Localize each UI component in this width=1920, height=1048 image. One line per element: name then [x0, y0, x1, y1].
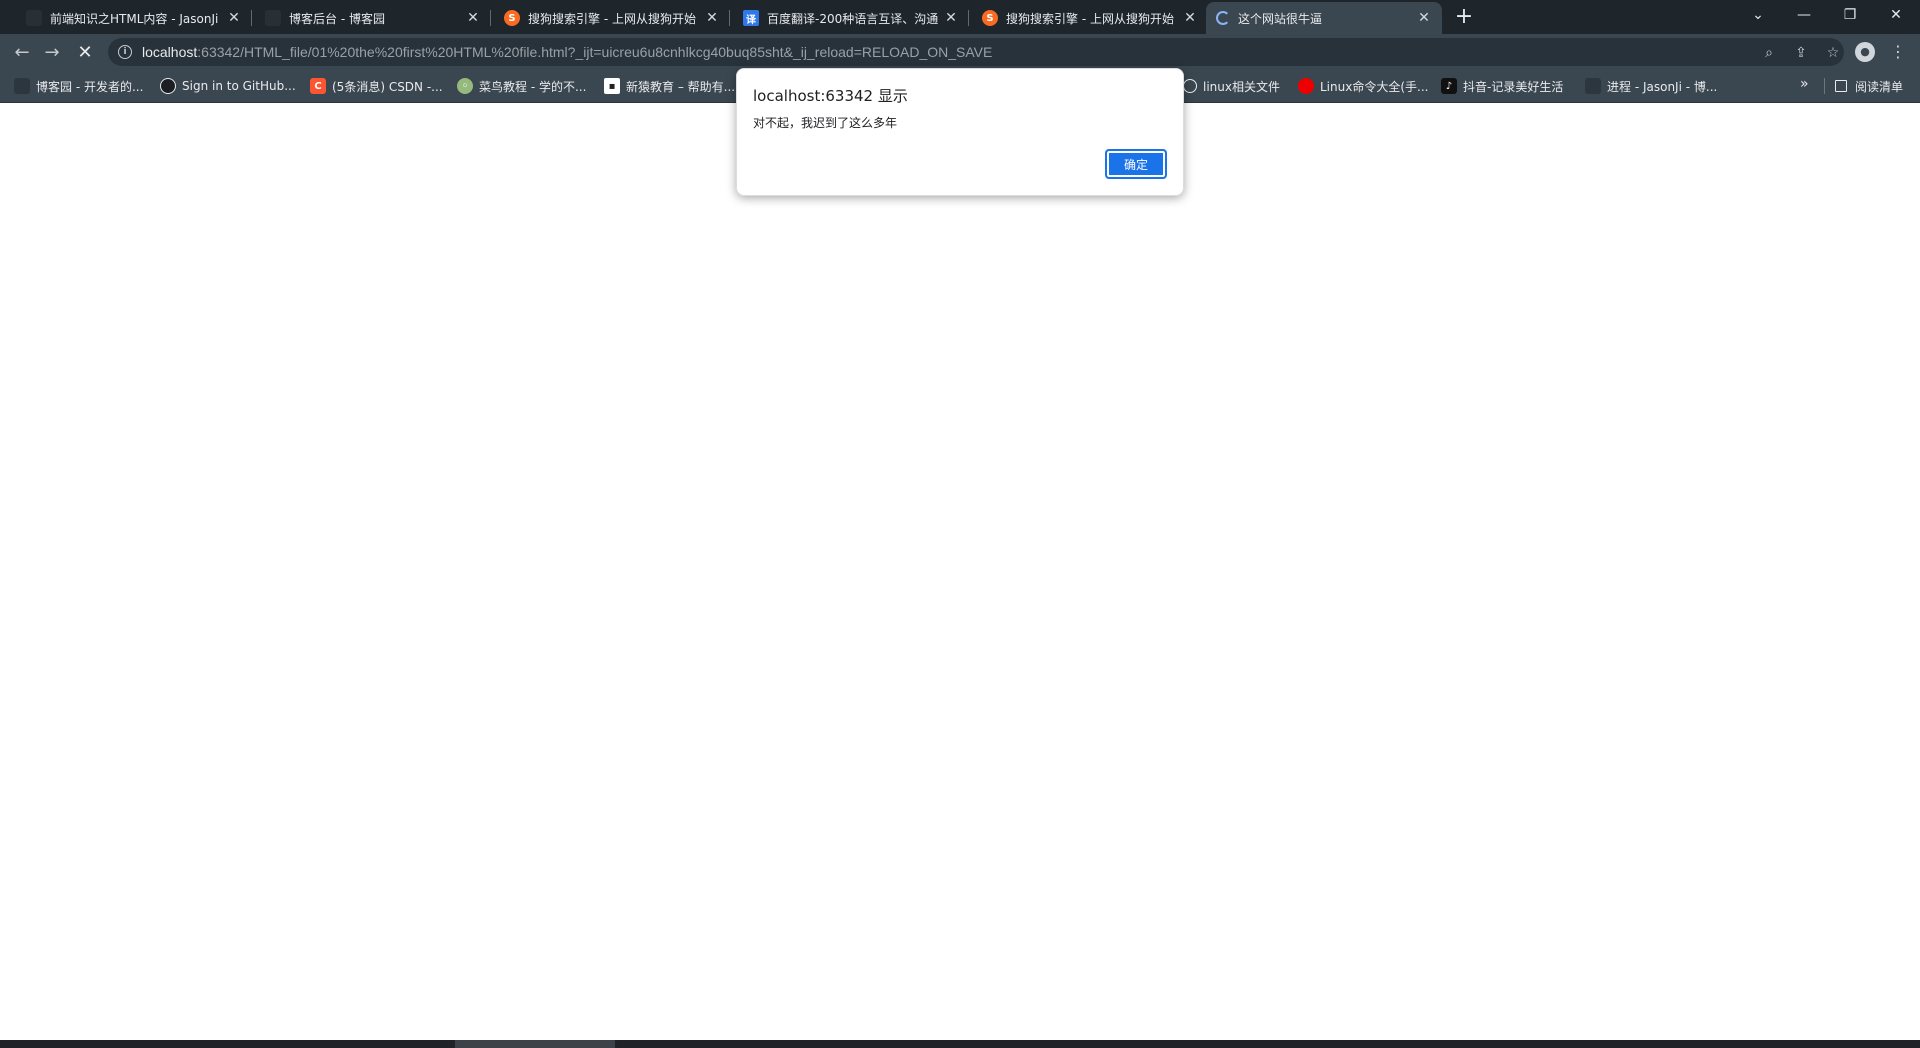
forward-arrow-icon[interactable]: →	[40, 40, 64, 64]
bookmark-linux-commands[interactable]: Linux命令大全(手...	[1298, 76, 1428, 96]
tab-strip: 前端知识之HTML内容 - JasonJi ✕ 博客后台 - 博客园 ✕ S 搜…	[0, 0, 1920, 34]
bookmark-jincheng[interactable]: 进程 - JasonJi - 博...	[1585, 76, 1717, 96]
bookmark-linux-files[interactable]: linux相关文件	[1183, 76, 1280, 96]
tab-title: 搜狗搜索引擎 - 上网从搜狗开始	[528, 11, 696, 26]
tab-separator	[251, 10, 252, 26]
bookmark-label: (5条消息) CSDN -...	[332, 79, 443, 94]
page-content	[0, 103, 1920, 1040]
new-tab-button[interactable]: +	[1452, 6, 1476, 30]
sogou-icon: S	[504, 10, 520, 26]
close-tab-icon[interactable]: ✕	[1416, 10, 1432, 26]
alert-dialog: localhost:63342 显示 对不起，我迟到了这么多年 确定	[736, 68, 1184, 196]
bookmark-label: 博客园 - 开发者的...	[36, 79, 144, 94]
bookmark-label: 抖音-记录美好生活	[1463, 79, 1564, 94]
restore-window-icon[interactable]: ❐	[1828, 0, 1872, 30]
bookmark-label: 新猿教育 – 帮助有...	[626, 79, 736, 94]
reading-list-icon	[1835, 80, 1847, 92]
reading-list-label: 阅读清单	[1855, 79, 1904, 94]
site-info-icon[interactable]: i	[118, 45, 132, 59]
dialog-message: 对不起，我迟到了这么多年	[753, 116, 898, 130]
bookmark-github[interactable]: Sign in to GitHub...	[160, 76, 296, 96]
bookmark-label: linux相关文件	[1203, 79, 1280, 94]
bookmark-label: Linux命令大全(手...	[1320, 79, 1429, 94]
url-text[interactable]: localhost:63342/HTML_file/01%20the%20fir…	[142, 44, 992, 60]
taskbar	[0, 1040, 1920, 1048]
sogou-icon: S	[982, 10, 998, 26]
tab-title: 搜狗搜索引擎 - 上网从搜狗开始	[1006, 11, 1174, 26]
github-icon	[160, 78, 176, 94]
menu-kebab-icon[interactable]: ⋮	[1890, 41, 1906, 63]
reading-list-button[interactable]: 阅读清单	[1835, 76, 1903, 96]
tab-blog-admin[interactable]: 博客后台 - 博客园 ✕	[255, 2, 491, 34]
bookmarks-divider	[1824, 78, 1825, 94]
bookmark-xinmao[interactable]: ▪ 新猿教育 – 帮助有...	[604, 76, 735, 96]
zoom-icon[interactable]: ⌕	[1760, 44, 1778, 62]
bookmark-star-icon[interactable]: ☆	[1824, 44, 1842, 62]
close-tab-icon[interactable]: ✕	[1182, 10, 1198, 26]
tab-separator	[490, 10, 491, 26]
tab-sogou-2[interactable]: S 搜狗搜索引擎 - 上网从搜狗开始 ✕	[972, 2, 1208, 34]
baidu-fanyi-icon: 译	[743, 10, 759, 26]
bookmark-label: 菜鸟教程 - 学的不...	[479, 79, 587, 94]
tab-sogou-1[interactable]: S 搜狗搜索引擎 - 上网从搜狗开始 ✕	[494, 2, 730, 34]
tab-baidu-fanyi[interactable]: 译 百度翻译-200种语言互译、沟通 ✕	[733, 2, 969, 34]
tab-title: 这个网站很牛逼	[1238, 11, 1323, 26]
bookmark-douyin[interactable]: ♪ 抖音-记录美好生活	[1441, 76, 1563, 96]
cnblogs-icon	[26, 10, 42, 26]
minimize-icon[interactable]: —	[1782, 0, 1826, 30]
url-host: localhost	[142, 44, 198, 60]
tab-search-chevron-down-icon[interactable]: ⌄	[1736, 0, 1780, 30]
browser-toolbar: ← → ✕ i localhost:63342/HTML_file/01%20t…	[0, 34, 1920, 70]
close-tab-icon[interactable]: ✕	[226, 10, 242, 26]
close-tab-icon[interactable]: ✕	[704, 10, 720, 26]
bookmark-cnblogs[interactable]: 博客园 - 开发者的...	[14, 76, 143, 96]
bookmark-runoob[interactable]: ◦ 菜鸟教程 - 学的不...	[457, 76, 586, 96]
cnblogs-icon	[1585, 78, 1601, 94]
url-path: :63342/HTML_file/01%20the%20first%20HTML…	[197, 44, 993, 60]
back-arrow-icon[interactable]: ←	[10, 40, 34, 64]
runoob-icon: ◦	[457, 78, 473, 94]
more-bookmarks-icon[interactable]: »	[1800, 76, 1809, 92]
profile-avatar[interactable]: ●	[1855, 42, 1875, 62]
douyin-icon: ♪	[1441, 78, 1457, 94]
tab-frontend-html[interactable]: 前端知识之HTML内容 - JasonJi ✕	[16, 2, 252, 34]
bookmark-label: 进程 - JasonJi - 博...	[1607, 79, 1718, 94]
tab-title: 博客后台 - 博客园	[289, 11, 385, 26]
ok-button[interactable]: 确定	[1105, 149, 1167, 179]
redhat-icon	[1298, 78, 1314, 94]
tab-separator	[729, 10, 730, 26]
tab-separator	[968, 10, 969, 26]
close-window-icon[interactable]: ✕	[1874, 0, 1918, 30]
stop-loading-icon[interactable]: ✕	[73, 40, 97, 64]
cnblogs-icon	[265, 10, 281, 26]
address-bar[interactable]: i localhost:63342/HTML_file/01%20the%20f…	[108, 38, 1844, 66]
globe-icon	[1183, 79, 1197, 93]
csdn-icon: C	[310, 78, 326, 94]
bookmark-csdn[interactable]: C (5条消息) CSDN -...	[310, 76, 443, 96]
xinmao-icon: ▪	[604, 78, 620, 94]
bookmark-label: Sign in to GitHub...	[182, 79, 296, 93]
tab-title: 前端知识之HTML内容 - JasonJi	[50, 11, 219, 26]
tab-title: 百度翻译-200种语言互译、沟通	[767, 11, 939, 26]
taskbar-active-app[interactable]	[455, 1040, 615, 1048]
close-tab-icon[interactable]: ✕	[465, 10, 481, 26]
loading-spinner-icon	[1216, 11, 1230, 25]
dialog-title: localhost:63342 显示	[753, 87, 908, 105]
cnblogs-icon	[14, 78, 30, 94]
tab-active-current[interactable]: 这个网站很牛逼 ✕	[1206, 2, 1442, 34]
close-tab-icon[interactable]: ✕	[943, 10, 959, 26]
share-icon[interactable]: ⇪	[1792, 44, 1810, 62]
